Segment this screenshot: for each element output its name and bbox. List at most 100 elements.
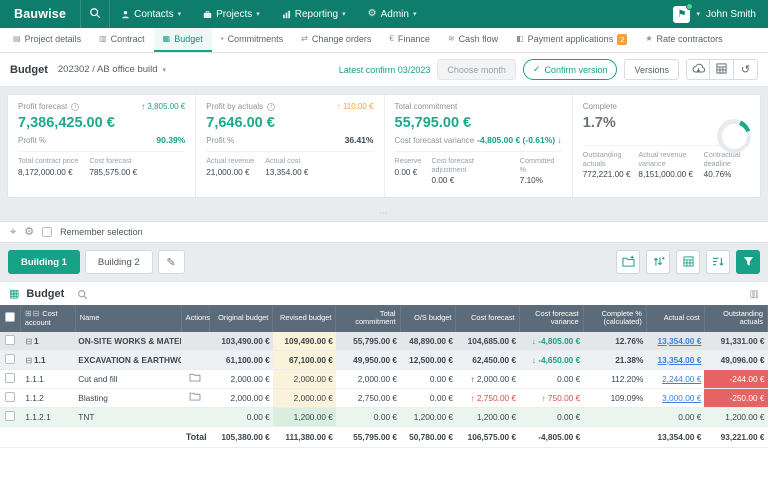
- table-search-icon[interactable]: [77, 289, 88, 300]
- column-header-revised-budget[interactable]: Revised budget: [272, 305, 337, 332]
- cell-outstanding-actuals: 91,331.00 €: [704, 331, 768, 351]
- user-name[interactable]: John Smith: [706, 9, 756, 20]
- table-row[interactable]: 1.1.1 Cut and fill 2,000.00 €2,000.00 €2,0…: [0, 369, 768, 389]
- filter-icon: [743, 255, 754, 270]
- choose-month-button[interactable]: Choose month: [437, 59, 516, 80]
- tab-cash-flow[interactable]: ≋ Cash flow: [439, 28, 507, 52]
- cloud-download-icon: [692, 63, 705, 77]
- menu-admin[interactable]: ⚙ Admin ▾: [357, 0, 428, 28]
- column-header-cost-forecast[interactable]: Cost forecast: [455, 305, 520, 332]
- column-header-total-commitment[interactable]: Total commitment: [335, 305, 401, 332]
- pointer-icon[interactable]: ⌖: [10, 226, 16, 238]
- column-header-complete-calculated[interactable]: Complete % (calculated): [583, 305, 647, 332]
- cost-account-cell: ⊟ 1: [20, 331, 76, 351]
- column-header-original-budget[interactable]: Original budget: [209, 305, 274, 332]
- tab-commitments[interactable]: ▪ Commitments: [212, 28, 292, 52]
- kpi-sub-label: Profit %: [18, 135, 47, 145]
- kpi-sub-value: 90.39%: [156, 135, 186, 145]
- kpi-profit-by-actuals: Profit by actuals i ↑ 110.00 € 7,646.00 …: [195, 95, 383, 197]
- column-header-actual-cost[interactable]: Actual cost: [646, 305, 705, 332]
- chevron-down-icon: ▾: [256, 11, 260, 18]
- row-checkbox[interactable]: [5, 353, 16, 364]
- table-row[interactable]: ⊟1ON-SITE WORKS & MATERIALS103,490.00 €1…: [0, 331, 768, 351]
- latest-confirm-link[interactable]: Latest confirm 03/2023: [339, 65, 431, 75]
- actions-cell: [181, 388, 210, 408]
- kpi-sub-value: 36.41%: [344, 135, 374, 145]
- building-bar: Building 1 Building 2 ✎: [0, 243, 768, 281]
- cell-revised-budget: 2,000.00 €: [272, 369, 336, 389]
- tab-contract[interactable]: ▥ Contract: [90, 28, 154, 52]
- tab-building-1[interactable]: Building 1: [8, 250, 80, 274]
- open-folder-icon[interactable]: [189, 373, 201, 382]
- cell-outstanding-actuals: -244.00 €: [704, 369, 768, 389]
- cell-actual-cost[interactable]: 2,244.00 €: [646, 369, 705, 389]
- sort-button[interactable]: [706, 250, 730, 274]
- collapse-row-icon[interactable]: ⊟: [25, 356, 32, 365]
- column-header-o-s-budget[interactable]: O/S budget: [400, 305, 457, 332]
- row-checkbox[interactable]: [5, 334, 16, 345]
- gear-icon[interactable]: ⚙: [24, 226, 34, 238]
- project-select[interactable]: 202302 / AB office build ▾: [58, 64, 166, 75]
- remember-selection-checkbox[interactable]: [42, 227, 53, 237]
- tab-change-orders[interactable]: ⇄ Change orders: [292, 28, 380, 52]
- table-view-button[interactable]: [676, 250, 700, 274]
- column-header-name[interactable]: Name: [75, 305, 182, 332]
- open-folder-icon[interactable]: [189, 392, 201, 401]
- kpi-stat: Reserve 0.00 €: [394, 156, 422, 177]
- kpi-collapse-handle[interactable]: ⋯: [0, 205, 768, 221]
- cell-os-budget: 12,500.00 €: [400, 350, 456, 370]
- download-button[interactable]: [686, 59, 710, 80]
- collapse-all-icon[interactable]: ⊟: [33, 309, 40, 319]
- tab-finance[interactable]: € Finance: [380, 28, 438, 52]
- cell-original-budget: 0.00 €: [209, 407, 273, 427]
- history-button[interactable]: ↺: [734, 59, 758, 80]
- budget-table-body: ⊟1ON-SITE WORKS & MATERIALS103,490.00 €1…: [0, 331, 768, 448]
- cell-actual-cost[interactable]: 13,354.00 €: [646, 350, 705, 370]
- expand-all-icon[interactable]: ⊞: [25, 309, 32, 319]
- reporting-icon: [282, 10, 291, 19]
- column-header-cost-account[interactable]: ⊞⊟ Cost account: [20, 305, 76, 332]
- notifications-icon[interactable]: ⚑: [673, 2, 694, 23]
- info-icon[interactable]: i: [267, 102, 276, 111]
- confirm-version-button[interactable]: ✓ Confirm version: [522, 59, 618, 80]
- column-header-cost-forecast-variance[interactable]: Cost forecast variance: [519, 305, 584, 332]
- row-checkbox[interactable]: [5, 391, 16, 402]
- column-settings-button[interactable]: ▥: [750, 289, 759, 300]
- tab-project-details[interactable]: ▤ Project details: [4, 28, 90, 52]
- column-header-outstanding-actuals[interactable]: Outstanding actuals: [704, 305, 768, 332]
- versions-button[interactable]: Versions: [624, 59, 679, 80]
- budget-table: ⊞⊟ Cost account Name Actions Original budge…: [0, 305, 768, 448]
- collapse-row-icon[interactable]: ⊟: [25, 337, 32, 346]
- cell-cost-forecast-variance: ↓ -4,650.00 €: [519, 350, 584, 370]
- grid-view-button[interactable]: [710, 59, 734, 80]
- add-folder-button[interactable]: [616, 250, 640, 274]
- row-checkbox[interactable]: [5, 410, 16, 421]
- select-all-checkbox[interactable]: [4, 311, 15, 322]
- kpi-complete: Complete 1.7% Outstanding actuals 772,22…: [571, 95, 760, 197]
- tab-payment-applications[interactable]: ◧ Payment applications 2: [507, 28, 636, 52]
- menu-contacts[interactable]: Contacts ▾: [110, 0, 192, 28]
- tab-budget[interactable]: ▦ Budget: [153, 28, 212, 52]
- table-row[interactable]: ⊟1.1EXCAVATION & EARTHWORK 61,100.00 €67,…: [0, 350, 768, 370]
- row-checkbox[interactable]: [5, 372, 16, 383]
- brand-logo[interactable]: Bauwise: [0, 0, 80, 28]
- menu-projects[interactable]: Projects ▾: [192, 0, 271, 28]
- info-icon[interactable]: i: [71, 102, 80, 111]
- tab-rate-contractors[interactable]: ★ Rate contractors: [636, 28, 731, 52]
- cell-actual-cost[interactable]: 3,000.00 €: [646, 388, 705, 408]
- filter-button[interactable]: [736, 250, 760, 274]
- project-details-icon: ▤: [13, 34, 21, 43]
- kpi-sub-value: -4,805.00 € (-0.61%) ↓: [477, 135, 562, 145]
- search-button[interactable]: [80, 0, 111, 28]
- cost-account-cell: 1.1.2: [20, 388, 76, 408]
- tab-building-2[interactable]: Building 2: [84, 250, 153, 274]
- remember-selection-label: Remember selection: [60, 227, 143, 237]
- import-export-button[interactable]: [646, 250, 670, 274]
- table-row[interactable]: 1.1.2.1 TNT 0.00 €1,200.00 €0.00 €1,200.00…: [0, 407, 768, 427]
- edit-buildings-button[interactable]: ✎: [157, 250, 185, 274]
- cell-actual-cost[interactable]: 13,354.00 €: [646, 331, 705, 351]
- table-row[interactable]: 1.1.2 Blasting 2,000.00 €2,000.00 €2,750.0…: [0, 388, 768, 408]
- menu-reporting[interactable]: Reporting ▾: [271, 0, 357, 28]
- budget-icon: ▦: [162, 34, 171, 43]
- column-header-actions[interactable]: Actions: [181, 305, 211, 332]
